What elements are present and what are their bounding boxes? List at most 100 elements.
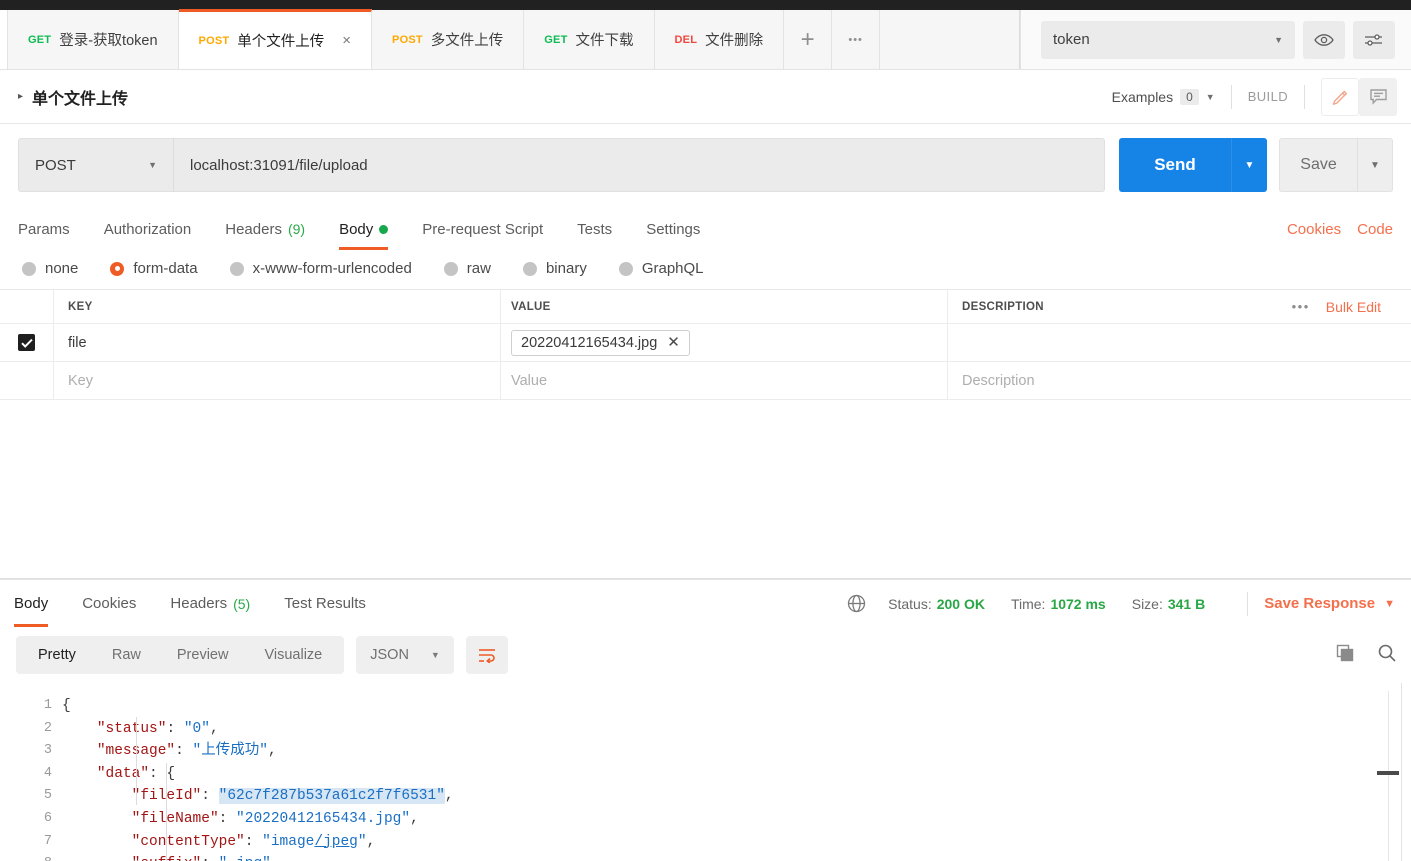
request-tab-登录-获取token[interactable]: GET 登录-获取token (8, 10, 179, 69)
response-format-value: JSON (370, 647, 409, 663)
headers-count: (9) (287, 221, 306, 237)
column-header-value: VALUE (511, 300, 551, 313)
response-scrollbar-track[interactable] (1388, 691, 1389, 861)
save-options-chevron-down-icon[interactable]: ▼ (1357, 138, 1393, 192)
search-icon[interactable] (1377, 643, 1397, 668)
body-type-graphql[interactable]: GraphQL (618, 260, 704, 277)
save-response-button[interactable]: Save Response (1264, 595, 1375, 612)
form-data-table: KEY VALUE DESCRIPTION ••• Bulk Edit file… (0, 289, 1411, 400)
tab-tests[interactable]: Tests (577, 208, 612, 250)
placeholder-description-cell[interactable]: Description (948, 362, 1411, 399)
word-wrap-icon[interactable] (465, 636, 508, 674)
response-tab-cookies[interactable]: Cookies (82, 580, 136, 627)
line-number: 7 (43, 833, 52, 849)
remove-file-icon[interactable]: ✕ (667, 335, 680, 350)
request-tab-文件删除[interactable]: DEL 文件删除 (654, 10, 785, 69)
response-format-selector[interactable]: JSON ▼ (356, 636, 454, 674)
request-tab-文件下载[interactable]: GET 文件下载 (524, 10, 655, 69)
tab-label: Headers (225, 220, 282, 238)
tab-overflow-menu-icon[interactable]: ••• (832, 10, 881, 69)
body-type-label: GraphQL (641, 260, 704, 277)
code-line-4: "data": { (96, 765, 176, 782)
body-type-label: raw (466, 260, 491, 277)
examples-label: Examples (1111, 88, 1174, 105)
placeholder-key-cell[interactable]: Key (54, 362, 501, 399)
table-options-icon[interactable]: ••• (1292, 299, 1310, 314)
response-tab-body[interactable]: Body (14, 580, 49, 627)
send-options-chevron-down-icon[interactable]: ▼ (1231, 138, 1267, 192)
view-mode-visualize[interactable]: Visualize (246, 636, 340, 674)
response-view-mode-group: Pretty Raw Preview Visualize (16, 636, 345, 674)
copy-icon[interactable] (1335, 643, 1355, 668)
environment-selector[interactable]: token ▼ (1041, 20, 1295, 59)
body-type-raw[interactable]: raw (443, 260, 491, 277)
examples-dropdown[interactable]: Examples 0 ▼ (1111, 88, 1215, 105)
tab-title: 多文件上传 (430, 33, 504, 49)
comment-icon[interactable] (1359, 77, 1397, 116)
tab-method-label: POST (198, 34, 230, 47)
examples-count-badge: 0 (1180, 88, 1199, 105)
pencil-icon[interactable] (1321, 77, 1359, 116)
save-button[interactable]: Save (1279, 138, 1357, 192)
selected-file-chip[interactable]: 20220412165434.jpg ✕ (511, 329, 690, 356)
placeholder-value-cell[interactable]: Value (501, 362, 948, 399)
view-mode-preview[interactable]: Preview (159, 636, 247, 674)
divider (1304, 84, 1305, 109)
bulk-edit-button[interactable]: Bulk Edit (1326, 299, 1381, 315)
tab-settings[interactable]: Settings (646, 208, 700, 250)
response-tab-test-results[interactable]: Test Results (284, 580, 366, 627)
row-description-cell[interactable] (948, 324, 1411, 361)
body-type-none[interactable]: none (22, 260, 78, 277)
save-response-chevron-down-icon[interactable]: ▼ (1384, 598, 1395, 610)
indent-guide (166, 763, 167, 861)
body-type-x-www-form-urlencoded[interactable]: x-www-form-urlencoded (229, 260, 412, 277)
row-key-value: file (68, 334, 87, 351)
eye-icon[interactable] (1303, 20, 1345, 59)
line-number-gutter: 1 2 3 4 5 6 7 8 9 10 11 (0, 683, 62, 861)
response-scrollbar-thumb[interactable] (1377, 771, 1399, 775)
tab-body[interactable]: Body (339, 208, 389, 250)
new-tab-button[interactable]: + (784, 10, 833, 69)
build-button[interactable]: BUILD (1248, 89, 1288, 104)
row-checkbox-cell[interactable] (0, 324, 54, 361)
radio-selected-icon (110, 261, 125, 276)
body-type-label: none (45, 260, 79, 277)
view-mode-raw[interactable]: Raw (94, 636, 159, 674)
response-body-viewer[interactable]: 1 2 3 4 5 6 7 8 9 10 11 { "status": "0",… (0, 683, 1411, 861)
response-tab-headers[interactable]: Headers (5) (170, 580, 250, 627)
tab-method-label: GET (544, 33, 568, 46)
chevron-right-icon[interactable]: ▸ (18, 91, 23, 102)
tab-authorization[interactable]: Authorization (104, 208, 192, 250)
tab-params[interactable]: Params (18, 208, 70, 250)
right-rail (1401, 683, 1411, 861)
environment-zone: token ▼ (1020, 10, 1411, 69)
code-line-7: "contentType": "image/jpeg", (131, 833, 376, 850)
tab-headers[interactable]: Headers (9) (225, 208, 305, 250)
request-tab-单个文件上传[interactable]: POST 单个文件上传 × (178, 9, 373, 69)
code-line-1: { (62, 698, 71, 714)
body-type-binary[interactable]: binary (522, 260, 587, 277)
sliders-icon[interactable] (1353, 20, 1395, 59)
view-mode-pretty[interactable]: Pretty (20, 636, 94, 674)
code-link[interactable]: Code (1357, 221, 1393, 238)
json-code-block[interactable]: { "status": "0", "message": "上传成功", "dat… (62, 683, 1411, 861)
send-button[interactable]: Send (1119, 138, 1231, 192)
row-value-cell[interactable]: 20220412165434.jpg ✕ (501, 324, 948, 361)
cookies-link[interactable]: Cookies (1287, 221, 1341, 238)
close-icon[interactable]: × (342, 33, 351, 48)
tab-pre-request-script[interactable]: Pre-request Script (422, 208, 543, 250)
status-value: 200 OK (936, 595, 985, 612)
radio-icon (22, 261, 36, 276)
body-type-form-data[interactable]: form-data (110, 260, 198, 277)
row-key-cell[interactable]: file (54, 324, 501, 361)
http-method-selector[interactable]: POST ▼ (18, 138, 173, 192)
request-tab-多文件上传[interactable]: POST 多文件上传 (372, 10, 525, 69)
response-headers-count: (5) (233, 595, 251, 612)
save-button-group: Save ▼ (1279, 138, 1393, 192)
request-url-input[interactable]: localhost:31091/file/upload (173, 138, 1105, 192)
column-header-key: KEY (68, 300, 93, 313)
row-enabled-checkbox[interactable] (18, 334, 35, 351)
http-method-value: POST (35, 156, 76, 174)
status-label: Status: (888, 595, 932, 612)
request-url-row: POST ▼ localhost:31091/file/upload Send … (0, 124, 1411, 208)
